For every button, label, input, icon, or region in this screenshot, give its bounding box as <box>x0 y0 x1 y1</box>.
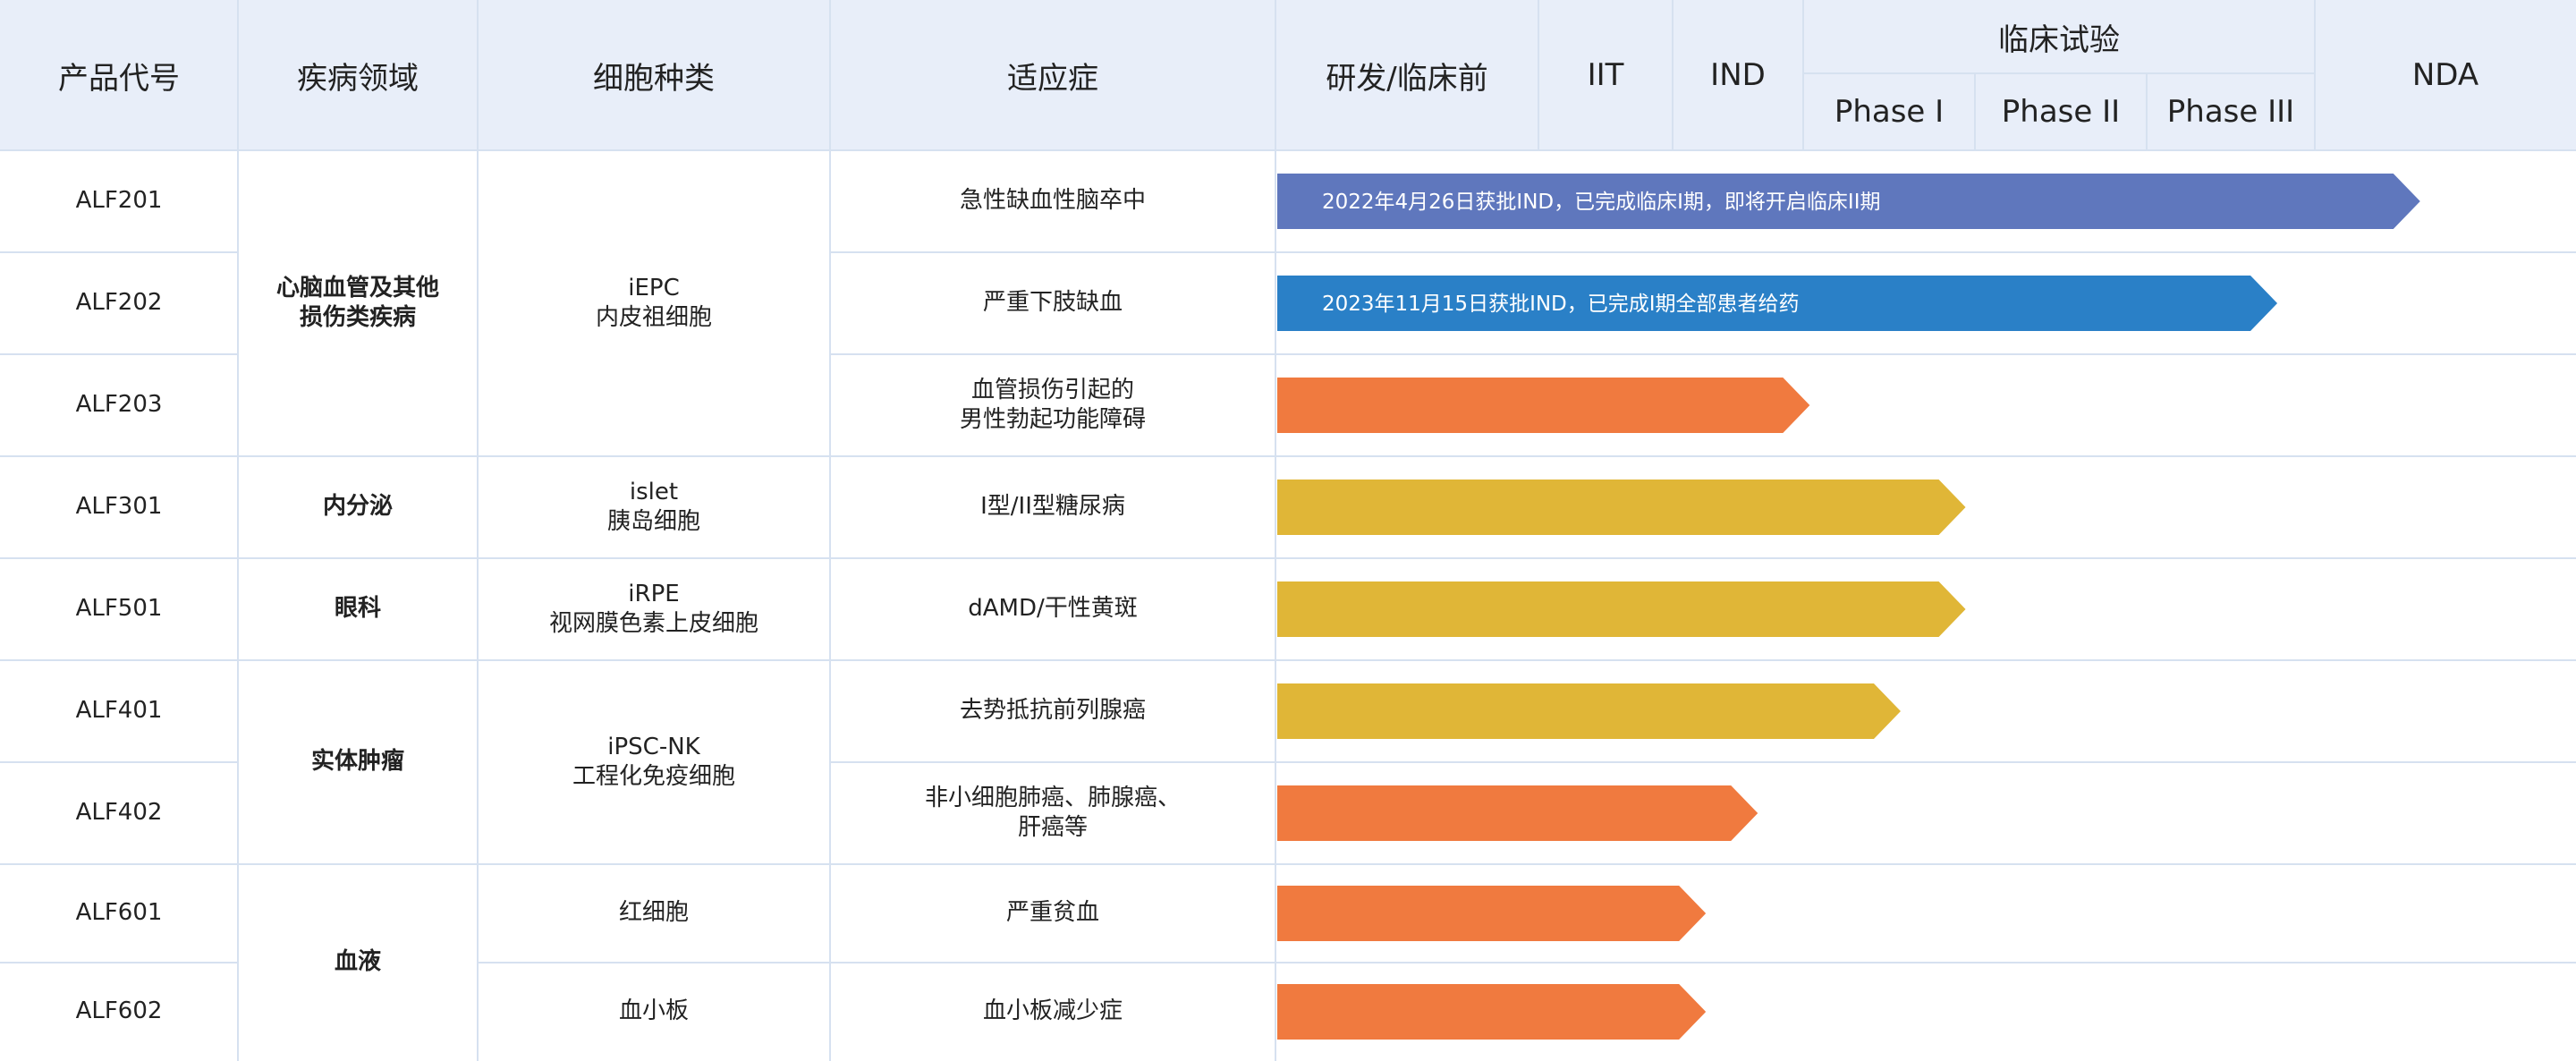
progress-arrow-alf601 <box>1277 886 1707 941</box>
progress-arrow-alf501 <box>1277 581 1966 637</box>
progress-arrow-alf203 <box>1277 378 1810 433</box>
progress-arrow-alf402 <box>1277 785 1758 841</box>
progress-arrow-alf602 <box>1277 984 1707 1040</box>
pipeline-table: 产品代号 疾病领域 细胞种类 适应症 研发/临床前 IIT IND 临床试验 P… <box>0 0 2576 1061</box>
progress-arrow-alf301 <box>1277 480 1966 535</box>
progress-chart: 2022年4月26日获批IND，已完成临床I期，即将开启临床II期 2023年11… <box>1277 174 2420 1040</box>
progress-label-alf201: 2022年4月26日获批IND，已完成临床I期，即将开启临床II期 <box>1322 191 1880 214</box>
progress-label-alf202: 2023年11月15日获批IND，已完成I期全部患者给药 <box>1322 293 1800 316</box>
progress-arrow-alf401 <box>1277 683 1901 739</box>
